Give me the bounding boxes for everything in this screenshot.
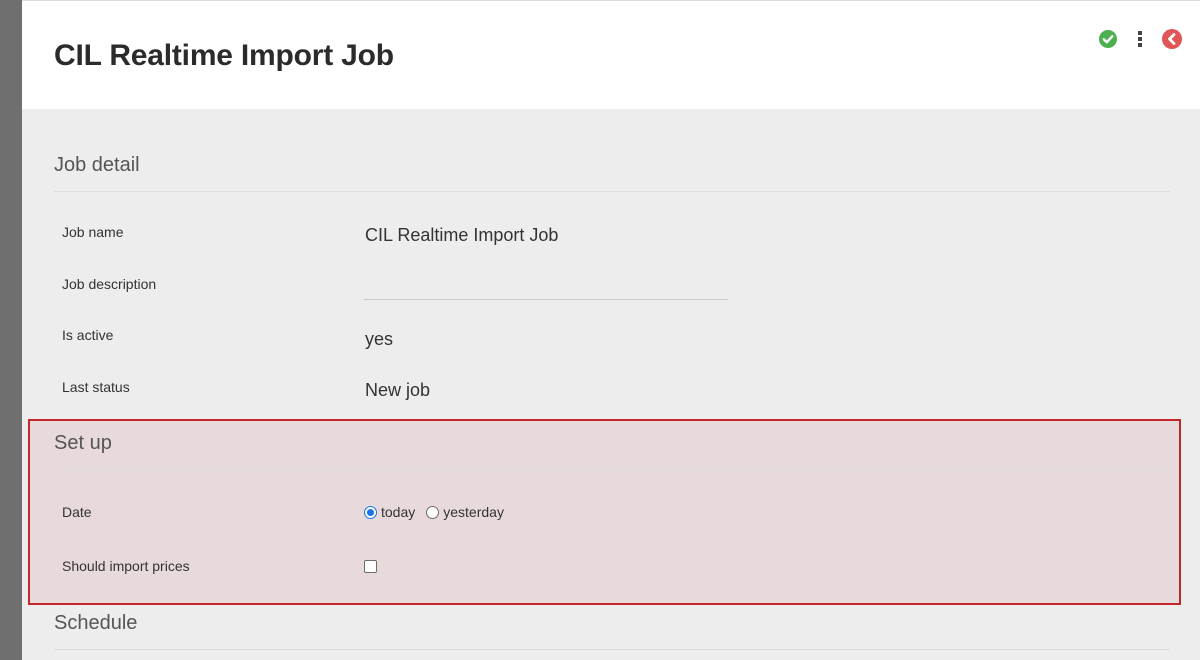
section-title-schedule: Schedule: [54, 612, 138, 634]
left-sidebar-strip: [0, 0, 22, 660]
setup-highlight-box: [28, 419, 1181, 605]
job-description-underline: [364, 299, 728, 300]
date-option-label[interactable]: yesterday: [443, 504, 504, 520]
date-radio-yesterday[interactable]: [426, 505, 440, 519]
more-vertical-icon[interactable]: [1130, 29, 1150, 49]
page-header: CIL Realtime Import Job: [22, 0, 1200, 109]
import-prices-checkbox[interactable]: [364, 560, 377, 573]
last-status-value: New job: [365, 380, 431, 400]
divider: [54, 191, 1170, 192]
divider: [54, 649, 1170, 650]
last-status-label: Last status: [62, 379, 130, 395]
divider: [54, 469, 1170, 470]
date-label: Date: [62, 504, 92, 520]
job-name-value: CIL Realtime Import Job: [365, 225, 559, 245]
header-actions: [1098, 29, 1182, 49]
check-circle-icon[interactable]: [1098, 29, 1118, 49]
date-radio-group: today yesterday: [364, 504, 515, 520]
date-radio-today[interactable]: [364, 505, 377, 519]
is-active-label: Is active: [62, 327, 114, 343]
back-circle-icon[interactable]: [1162, 29, 1182, 49]
job-name-label: Job name: [62, 224, 124, 240]
date-option-label[interactable]: today: [381, 504, 415, 520]
job-form: Job detail Job name CIL Realtime Import …: [22, 109, 1200, 660]
import-prices-label: Should import prices: [62, 558, 190, 574]
job-description-field[interactable]: [365, 275, 729, 297]
section-title-job-detail: Job detail: [54, 154, 140, 176]
is-active-value: yes: [365, 329, 394, 349]
section-title-setup: Set up: [54, 432, 112, 454]
job-description-label: Job description: [62, 276, 157, 292]
page-title: CIL Realtime Import Job: [54, 39, 394, 72]
